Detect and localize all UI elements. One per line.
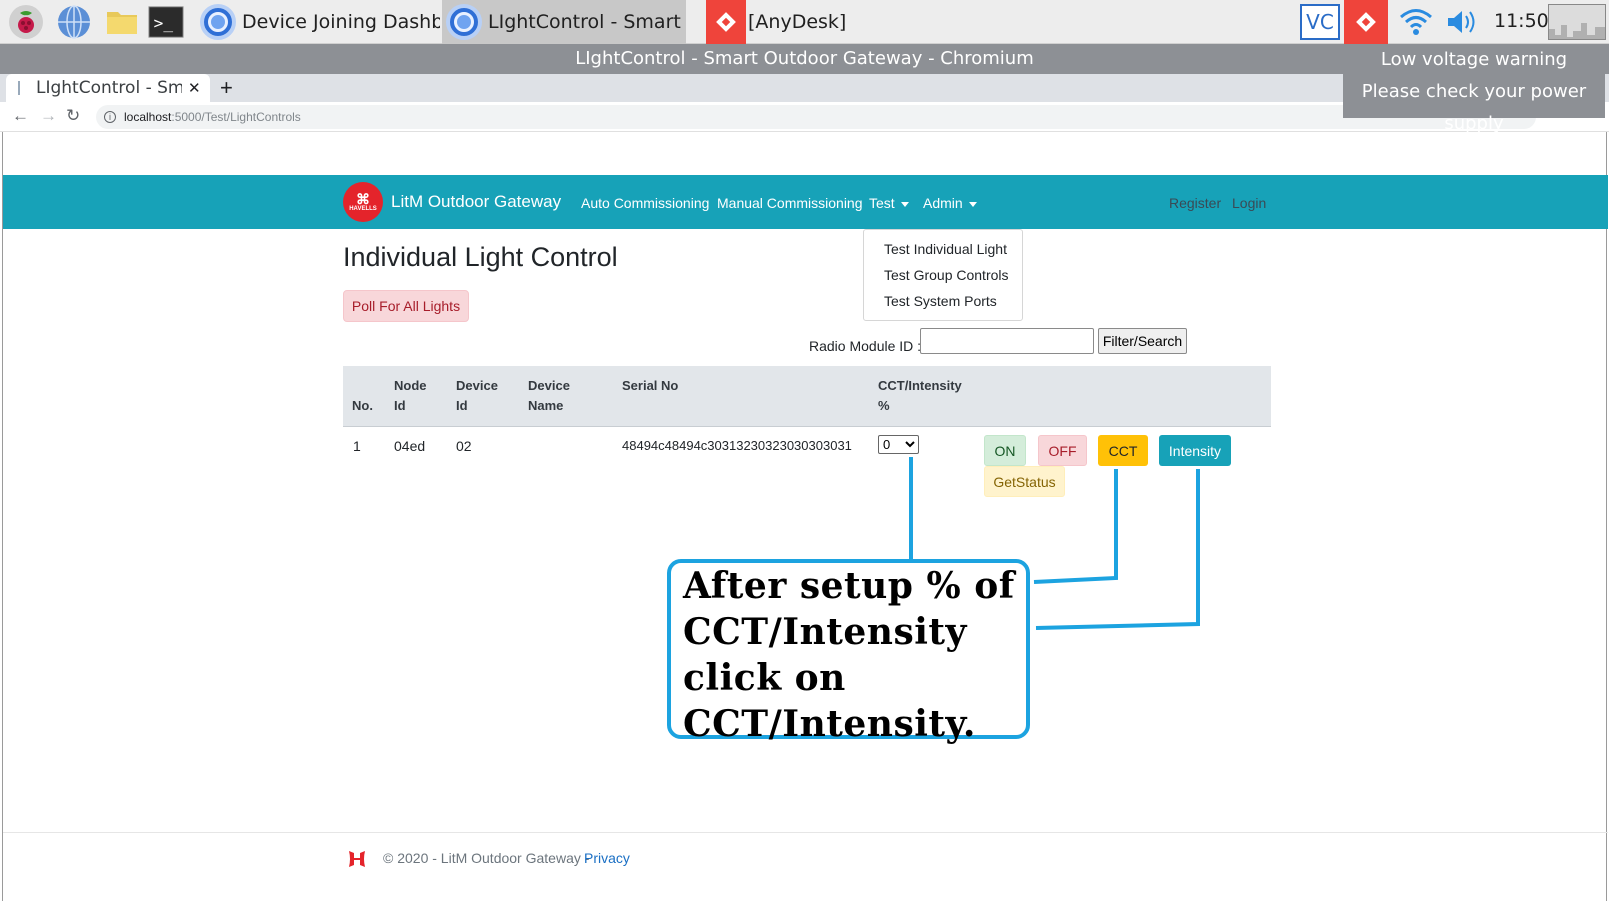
web-browser-icon[interactable]: [56, 4, 92, 40]
table-header: No. Node Id Device Id Device Name Serial…: [343, 366, 1271, 427]
caret-down-icon: [968, 201, 977, 207]
system-taskbar: >_ Device Joining Dashboar... LIghtContr…: [0, 0, 1609, 44]
footer-copyright: © 2020 - LitM Outdoor Gateway -: [383, 850, 590, 866]
cct-button[interactable]: CCT: [1098, 435, 1148, 466]
menu-item-test-system-ports[interactable]: Test System Ports: [864, 288, 1022, 314]
vnc-icon[interactable]: VC: [1300, 4, 1340, 40]
nav-register[interactable]: Register: [1169, 195, 1221, 211]
brand-name[interactable]: LitM Outdoor Gateway: [391, 192, 561, 212]
intensity-button[interactable]: Intensity: [1159, 435, 1231, 466]
off-button[interactable]: OFF: [1038, 435, 1087, 466]
callout-text: After setup % of CCT/Intensity click on …: [683, 565, 1015, 745]
reload-icon[interactable]: ↻: [66, 106, 80, 126]
svg-text:>_: >_: [154, 14, 174, 33]
test-dropdown-menu: Test Individual Light Test Group Control…: [863, 229, 1023, 321]
radio-module-label: Radio Module ID :: [809, 338, 922, 354]
clock[interactable]: 11:50: [1494, 10, 1549, 32]
filter-search-button[interactable]: Filter/Search: [1098, 328, 1187, 354]
cell-device-id: 02: [456, 438, 472, 454]
col-node-id: Node Id: [394, 378, 427, 413]
browser-tab[interactable]: LIghtControl - Sma ✕: [6, 74, 210, 102]
col-device-name: Device Name: [528, 378, 570, 413]
back-icon[interactable]: ←: [12, 106, 29, 126]
cct-intensity-select[interactable]: 0: [878, 435, 919, 454]
caret-down-icon: [900, 201, 909, 207]
close-tab-icon[interactable]: ✕: [188, 79, 201, 97]
get-status-button[interactable]: GetStatus: [984, 466, 1065, 497]
new-tab-icon[interactable]: +: [220, 74, 233, 102]
chromium-icon: [446, 4, 482, 40]
notification-message: Please check your power supply: [1361, 81, 1587, 134]
url-path: :5000/Test/LightControls: [171, 110, 301, 124]
file-manager-icon[interactable]: [104, 4, 140, 40]
forward-icon[interactable]: →: [40, 106, 57, 126]
task-anydesk[interactable]: [AnyDesk]: [706, 0, 956, 44]
nav-manual-commissioning[interactable]: Manual Commissioning: [717, 195, 863, 211]
url-host: localhost: [124, 110, 172, 124]
col-serial-no: Serial No: [622, 378, 679, 393]
cell-serial-no: 48494c48494c30313230323030303031: [622, 438, 852, 453]
cell-node-id: 04ed: [394, 438, 426, 454]
page-title: Individual Light Control: [343, 242, 618, 272]
raspberry-menu-icon[interactable]: [8, 4, 44, 40]
nav-login[interactable]: Login: [1232, 195, 1266, 211]
page-favicon-icon: [18, 81, 28, 95]
anydesk-icon: [706, 0, 746, 44]
notification-title: Low voltage warning: [1380, 49, 1568, 70]
nav-auto-commissioning[interactable]: Auto Commissioning: [581, 195, 709, 211]
poll-all-lights-button[interactable]: Poll For All Lights: [343, 290, 469, 322]
web-page: ⌘ HAVELLS LitM Outdoor Gateway Auto Comm…: [2, 132, 1608, 901]
task-device-joining[interactable]: Device Joining Dashboar...: [196, 0, 440, 44]
col-no: No.: [352, 398, 373, 413]
cell-no: 1: [353, 438, 361, 454]
low-voltage-notification[interactable]: Low voltage warning Please check your po…: [1343, 44, 1605, 134]
on-button[interactable]: ON: [984, 435, 1026, 466]
site-info-icon[interactable]: i: [104, 111, 116, 123]
volume-icon[interactable]: [1444, 4, 1480, 40]
col-device-id: Device Id: [456, 378, 498, 413]
havells-logo[interactable]: ⌘ HAVELLS: [343, 182, 383, 222]
site-navbar: ⌘ HAVELLS LitM Outdoor Gateway Auto Comm…: [3, 175, 1608, 229]
cpu-monitor-icon: [1548, 4, 1606, 40]
terminal-icon[interactable]: >_: [148, 4, 184, 40]
task-lightcontrol[interactable]: LIghtControl - Smart Out...: [442, 0, 686, 44]
chromium-icon: [200, 4, 236, 40]
instruction-callout: After setup % of CCT/Intensity click on …: [667, 559, 1030, 745]
menu-item-test-individual-light[interactable]: Test Individual Light: [864, 236, 1022, 262]
wifi-icon[interactable]: [1398, 4, 1434, 40]
nav-admin-dropdown[interactable]: Admin: [923, 195, 977, 211]
annotation-connectors: [909, 457, 1200, 630]
menu-item-test-group-controls[interactable]: Test Group Controls: [864, 262, 1022, 288]
nav-test-dropdown[interactable]: Test: [869, 195, 909, 211]
havells-footer-logo-icon: [349, 851, 365, 867]
radio-module-input[interactable]: [920, 328, 1094, 354]
address-bar[interactable]: i localhost :5000/Test/LightControls: [96, 105, 1536, 129]
page-footer: © 2020 - LitM Outdoor Gateway - Privacy: [3, 832, 1608, 901]
anydesk-tray-icon[interactable]: [1344, 0, 1388, 44]
tab-title: LIghtControl - Sma: [36, 78, 182, 98]
col-cct-intensity: CCT/Intensity %: [878, 378, 962, 413]
privacy-link[interactable]: Privacy: [584, 850, 630, 866]
